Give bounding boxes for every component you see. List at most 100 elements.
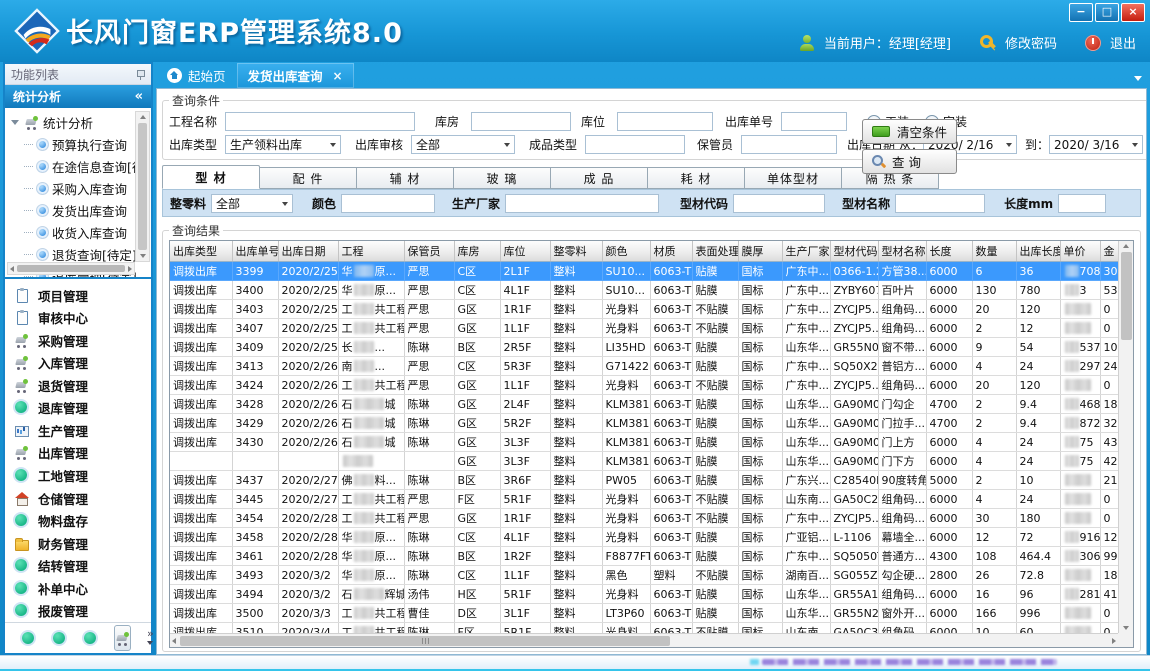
column-header[interactable]: 出库长度 [1016, 241, 1060, 262]
table-row[interactable]: 调拨出库34092020/2/25长...陈琳B区2R5F整料LI35HD606… [170, 338, 1118, 357]
sidebar-item-circle[interactable]: 报废管理 [14, 599, 151, 622]
sidebar-item-circle[interactable]: 补单中心 [14, 577, 151, 600]
collapse-icon[interactable]: « [135, 89, 143, 104]
column-header[interactable]: 单价 [1060, 241, 1100, 262]
material-tab[interactable]: 玻 璃 [454, 167, 551, 189]
logout-link[interactable]: 退出 [1110, 33, 1136, 52]
table-row[interactable]: 调拨出库34942020/3/2石辉城汤伟H区5R1F整料光身料6063-T5贴… [170, 585, 1118, 604]
search-button[interactable]: 查 询 [862, 149, 957, 174]
column-header[interactable]: 型材名称 [878, 241, 926, 262]
whole-part-select[interactable]: 全部 [211, 194, 293, 213]
cart-shortcut-button[interactable] [114, 625, 131, 651]
module-shortcut-icon[interactable] [52, 631, 67, 646]
scrollbar-thumb[interactable] [1121, 252, 1132, 340]
column-header[interactable]: 整零料 [550, 241, 602, 262]
product-type-input[interactable] [585, 135, 685, 154]
minimize-button[interactable]: − [1069, 3, 1093, 22]
table-row[interactable]: 调拨出库34612020/2/28华原...陈琳B区1R2F整料F8877FT6… [170, 547, 1118, 566]
table-row[interactable]: 调拨出库34372020/2/27佛料...陈琳B区3R6F整料PW056063… [170, 471, 1118, 490]
column-header[interactable]: 颜色 [602, 241, 650, 262]
tree-item[interactable]: 收货入库查询 [24, 221, 135, 243]
tab-shipping-out-query[interactable]: 发货出库查询× [237, 63, 354, 88]
table-row[interactable]: 调拨出库35002020/3/3工共工程曹佳D区3L1F整料LT3P606063… [170, 604, 1118, 623]
column-header[interactable]: 库位 [500, 241, 550, 262]
scrollbar-thumb[interactable] [180, 636, 670, 646]
close-button[interactable]: × [1121, 3, 1145, 22]
sidebar-item-home[interactable]: 仓储管理 [14, 487, 151, 510]
material-tab[interactable]: 单体型材 [745, 167, 842, 189]
more-modules-button[interactable]: » [147, 629, 154, 648]
column-header[interactable]: 材质 [650, 241, 692, 262]
tree-item[interactable]: 发货出库查询 [24, 199, 135, 221]
material-tab[interactable]: 成 品 [551, 167, 648, 189]
tab-home[interactable]: 起始页 [156, 63, 237, 88]
material-tab[interactable]: 配 件 [260, 167, 357, 189]
sidebar-item-clipboard[interactable]: 审核中心 [14, 307, 151, 330]
scroll-up-icon[interactable] [1123, 244, 1129, 248]
column-header[interactable]: 工程 [338, 241, 404, 262]
sidebar-item-cart[interactable]: 出库管理 [14, 442, 151, 465]
sidebar-item-folder[interactable]: 财务管理 [14, 532, 151, 555]
color-input[interactable] [341, 194, 435, 213]
scroll-left-icon[interactable] [10, 266, 14, 272]
column-header[interactable]: 型材代码 [830, 241, 878, 262]
sidebar-item-circle[interactable]: 退库管理 [14, 397, 151, 420]
column-header[interactable]: 出库日期 [278, 241, 338, 262]
table-row[interactable]: G区3L3F整料KLM38176063-T5贴膜国标山东华...GA90M09.… [170, 452, 1118, 471]
scroll-up-icon[interactable] [140, 115, 146, 119]
module-shortcut-icon[interactable] [21, 631, 36, 646]
change-password-link[interactable]: 修改密码 [1005, 33, 1057, 52]
tree-item[interactable]: 在途信息查询[待 [24, 155, 135, 177]
location-input[interactable] [617, 112, 713, 131]
tab-list-caret-icon[interactable] [1134, 76, 1142, 81]
material-tab[interactable]: 辅 材 [357, 167, 454, 189]
scrollbar-thumb[interactable] [138, 123, 147, 250]
tree-expander-icon[interactable] [11, 120, 19, 125]
out-type-select[interactable]: 生产领料出库 [225, 135, 341, 154]
column-header[interactable]: 出库类型 [170, 241, 232, 262]
table-row[interactable]: 调拨出库34542020/2/28工共工程严思G区1R1F整料光身料6063-T… [170, 509, 1118, 528]
scroll-down-icon[interactable] [1123, 626, 1129, 630]
close-tab-icon[interactable]: × [333, 69, 343, 83]
tree-item[interactable]: 预算执行查询 [24, 133, 135, 155]
audit-select[interactable]: 全部 [411, 135, 515, 154]
scrollbar-thumb[interactable] [17, 265, 125, 272]
table-row[interactable]: 调拨出库34072020/2/25工共工程严思G区1L1F整料光身料6063-T… [170, 319, 1118, 338]
scroll-left-icon[interactable] [172, 638, 176, 644]
table-row[interactable]: 调拨出库34002020/2/25华原...严思C区4L1F整料SU10...6… [170, 281, 1118, 300]
length-input[interactable] [1058, 194, 1106, 213]
sidebar-item-circle[interactable]: 结转管理 [14, 554, 151, 577]
date-to-picker[interactable]: 2020/ 3/16 [1049, 135, 1143, 154]
project-name-input[interactable] [225, 112, 415, 131]
column-header[interactable]: 保管员 [404, 241, 454, 262]
order-no-input[interactable] [781, 112, 847, 131]
warehouse-input[interactable] [471, 112, 571, 131]
tree-vertical-scrollbar[interactable] [135, 111, 150, 262]
column-header[interactable]: 膜厚 [738, 241, 782, 262]
table-row[interactable]: 调拨出库34292020/2/26石城陈琳G区5R2F整料KLM38176063… [170, 414, 1118, 433]
clear-conditions-button[interactable]: 清空条件 [862, 119, 957, 144]
column-header[interactable]: 库房 [454, 241, 500, 262]
scroll-right-icon[interactable] [1112, 638, 1116, 644]
tree-horizontal-scrollbar[interactable] [7, 262, 135, 275]
statistics-section-header[interactable]: 统计分析 « [5, 85, 151, 108]
keeper-input[interactable] [741, 135, 837, 154]
module-shortcut-icon[interactable] [83, 631, 98, 646]
table-row[interactable]: 调拨出库34132020/2/26南...严思C区5R3F整料G71422606… [170, 357, 1118, 376]
sidebar-item-chart[interactable]: 生产管理 [14, 419, 151, 442]
maximize-button[interactable]: □ [1095, 3, 1119, 22]
material-tab[interactable]: 耗 材 [648, 167, 745, 189]
sidebar-item-circle[interactable]: 物料盘存 [14, 509, 151, 532]
column-header[interactable]: 数量 [972, 241, 1016, 262]
sidebar-item-cart[interactable]: 采购管理 [14, 329, 151, 352]
column-header[interactable]: 表面处理 [692, 241, 738, 262]
column-header[interactable]: 金 [1100, 241, 1118, 262]
sidebar-item-cart[interactable]: 退货管理 [14, 374, 151, 397]
table-row[interactable]: 调拨出库34302020/2/26石城陈琳G区3L3F整料KLM38176063… [170, 433, 1118, 452]
horizontal-scrollbar[interactable] [170, 633, 1118, 647]
table-row[interactable]: 调拨出库33992020/2/25华原...严思C区2L1F整料SU10...6… [170, 262, 1118, 281]
vertical-scrollbar[interactable] [1118, 241, 1133, 633]
profile-code-input[interactable] [733, 194, 825, 213]
scroll-down-icon[interactable] [140, 254, 146, 258]
table-row[interactable]: 调拨出库35102020/3/4工共工程陈琳F区5R1F整料光身料6063-T5… [170, 623, 1118, 634]
